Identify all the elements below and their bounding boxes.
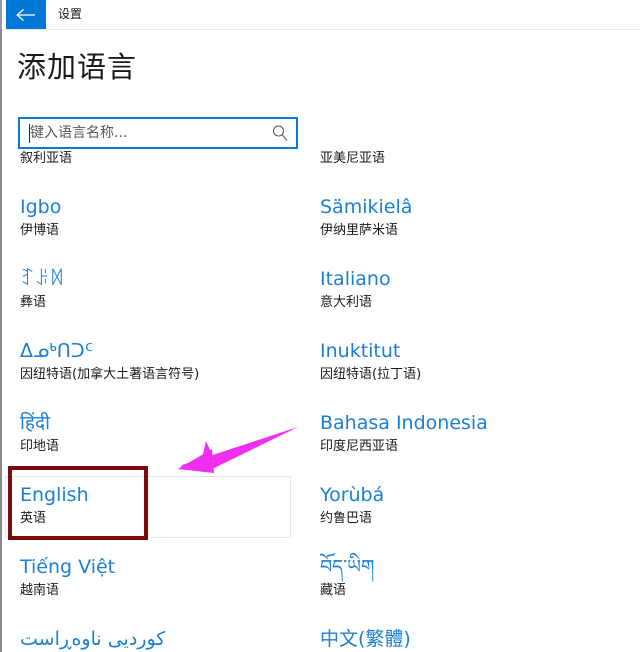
language-native-name: Yorùbá: [320, 484, 385, 506]
language-list-item[interactable]: Inuktitut 因纽特语(拉丁语): [318, 338, 618, 410]
language-native-name: ᐃᓄᒃᑎᑐᑦ: [20, 340, 93, 362]
language-chinese-name: 越南语: [20, 583, 60, 598]
page-title: 添加语言: [17, 50, 138, 84]
language-chinese-name: 彝语: [20, 295, 47, 310]
language-chinese-name: 伊纳里萨米语: [320, 223, 399, 238]
language-native-name: English: [20, 484, 89, 506]
language-list-item[interactable]: བོད་ཡིག 藏语: [318, 554, 618, 626]
language-native-name: ꆈꌠꉙ: [20, 268, 65, 290]
language-chinese-name: 伊博语: [20, 223, 60, 238]
back-button[interactable]: [6, 0, 46, 29]
language-native-name: کوردیی ناوەڕاست: [20, 628, 166, 650]
language-list-item[interactable]: हिंदी 印地语: [18, 410, 318, 482]
language-chinese-name: 叙利亚语: [20, 151, 73, 166]
language-native-name: Igbo: [20, 196, 62, 218]
language-native-name: བོད་ཡིག: [320, 556, 375, 578]
language-native-name: हिंदी: [20, 412, 51, 434]
language-native-name: Tiếng Việt: [20, 556, 116, 578]
language-chinese-name: 印度尼西亚语: [320, 439, 399, 454]
language-list-right-column: Հայերեն亚美尼亚语Sämikielâ伊纳里萨米语Italiano意大利语I…: [318, 150, 618, 652]
language-list-item[interactable]: کوردیی ناوەڕاست中部库尔德语: [18, 626, 318, 652]
language-native-name: Bahasa Indonesia: [320, 412, 488, 434]
search-box[interactable]: [18, 117, 298, 149]
language-list-left-column: ܣܘܪܝܝܐ叙利亚语Igbo 伊博语 ꆈꌠꉙ 彝语 ᐃᓄᒃᑎᑐᑦ 因纽特语(加拿大土著语言…: [18, 150, 318, 652]
language-chinese-name: 因纽特语(加拿大土著语言符号): [20, 367, 200, 382]
language-chinese-name: 印地语: [20, 439, 60, 454]
title-bar: 设置: [2, 0, 640, 30]
title-bar-divider: [2, 29, 640, 30]
language-list-item[interactable]: Italiano 意大利语: [318, 266, 618, 338]
settings-add-language-window: 设置 添加语言 ܣܘܪܝܝܐ叙利亚语Igbo 伊博语 ꆈꌠꉙ 彝语 ᐃᓄᒃᑎᑐᑦ 因纽特语…: [0, 0, 640, 652]
language-native-name: Italiano: [320, 268, 391, 290]
language-chinese-name: 亚美尼亚语: [320, 151, 386, 166]
language-list-item[interactable]: English 英语: [18, 482, 318, 554]
language-list-item[interactable]: Tiếng Việt 越南语: [18, 554, 318, 626]
language-native-name: Inuktitut: [320, 340, 401, 362]
language-list: ܣܘܪܝܝܐ叙利亚语Igbo 伊博语 ꆈꌠꉙ 彝语 ᐃᓄᒃᑎᑐᑦ 因纽特语(加拿大土著语言…: [2, 150, 640, 652]
language-list-item[interactable]: 中文(繁體)中文繁体: [318, 626, 618, 652]
language-chinese-name: 藏语: [320, 583, 347, 598]
language-chinese-name: 因纽特语(拉丁语): [320, 367, 422, 382]
language-chinese-name: 约鲁巴语: [320, 511, 373, 526]
language-list-item[interactable]: ꆈꌠꉙ 彝语: [18, 266, 318, 338]
language-list-item[interactable]: Հայերեն亚美尼亚语: [318, 150, 618, 194]
language-list-item[interactable]: Sämikielâ 伊纳里萨米语: [318, 194, 618, 266]
language-list-item[interactable]: ܣܘܪܝܝܐ叙利亚语: [18, 150, 318, 194]
search-icon[interactable]: [270, 123, 290, 143]
language-chinese-name: 意大利语: [320, 295, 373, 310]
back-arrow-icon: [16, 8, 36, 22]
language-list-item[interactable]: Bahasa Indonesia 印度尼西亚语: [318, 410, 618, 482]
search-input[interactable]: [30, 119, 266, 147]
app-title: 设置: [58, 7, 83, 21]
language-chinese-name: 英语: [20, 511, 47, 526]
language-list-item[interactable]: Igbo 伊博语: [18, 194, 318, 266]
language-list-item[interactable]: Yorùbá 约鲁巴语: [318, 482, 618, 554]
language-native-name: Sämikielâ: [320, 196, 413, 218]
language-native-name: 中文(繁體): [320, 628, 411, 650]
language-list-item[interactable]: ᐃᓄᒃᑎᑐᑦ 因纽特语(加拿大土著语言符号): [18, 338, 318, 410]
